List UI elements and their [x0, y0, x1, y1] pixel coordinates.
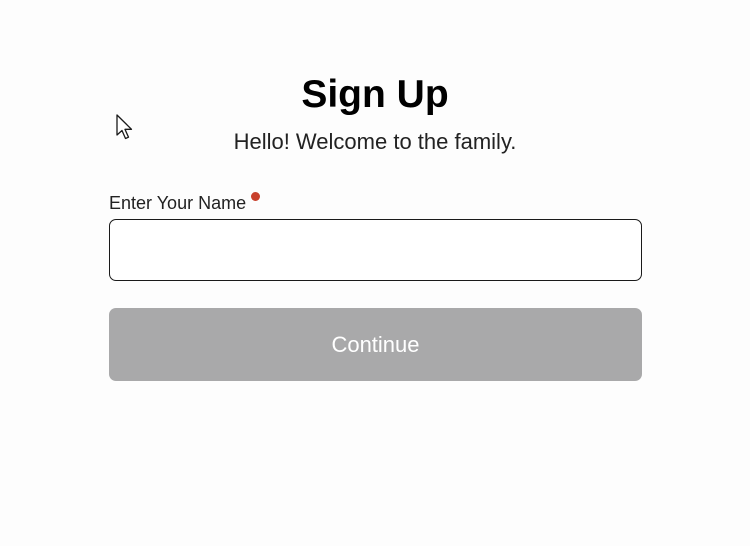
continue-button[interactable]: Continue: [109, 308, 642, 381]
required-indicator-icon: [251, 192, 261, 201]
name-field-label-row: Enter Your Name: [109, 190, 261, 216]
page-subtitle: Hello! Welcome to the family.: [233, 129, 517, 154]
name-field-label: Enter Your Name: [109, 193, 247, 213]
page-title: Sign Up: [301, 73, 449, 116]
name-input[interactable]: [109, 219, 642, 281]
